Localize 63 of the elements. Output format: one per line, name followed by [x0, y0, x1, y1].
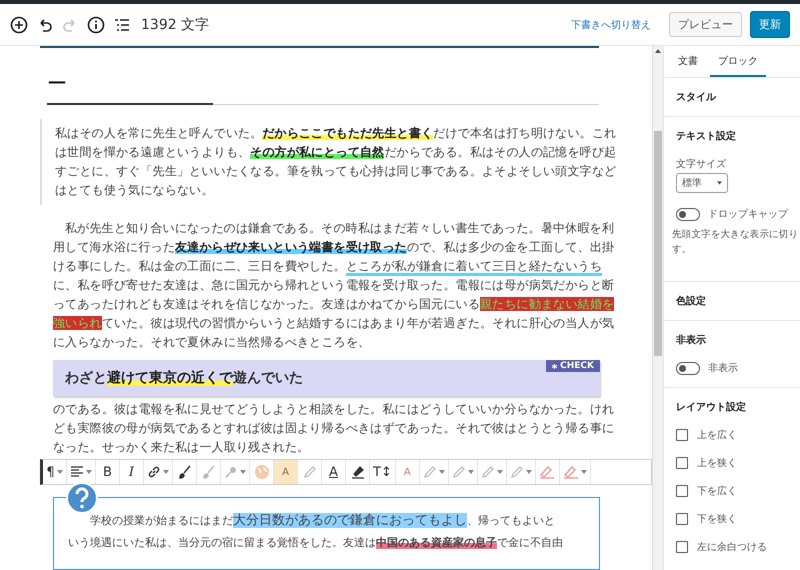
checkbox[interactable]	[676, 485, 688, 497]
checkbox-label: 上を広く	[697, 428, 737, 442]
list-icon[interactable]	[114, 18, 130, 32]
eraser-icon	[539, 465, 556, 479]
caret-icon	[468, 470, 474, 474]
pencil-icon	[452, 465, 466, 479]
caret-icon	[240, 470, 246, 474]
checkbox-label: 左に余白つける	[697, 541, 767, 554]
toggle-label: 非表示	[708, 362, 738, 375]
help-text: す。	[672, 243, 692, 257]
paragraph: のである。彼は電報を私に見せてどうしようと相談をした。私にはどうしていいか分らなかった。けれども実際彼の母が病気であるとすれば彼は固より帰るべきはずであった。それで彼はとうとう帰る事になった。せっかく来た私は一人取り残された。	[53, 401, 616, 456]
pencil-icon	[480, 465, 495, 479]
drop-cap-toggle[interactable]	[676, 208, 700, 220]
pencil-icon	[302, 465, 316, 479]
checkbox[interactable]	[676, 541, 688, 553]
update-button[interactable]: 更新	[750, 11, 790, 38]
section-heading[interactable]: レイアウト設定	[676, 400, 746, 414]
info-icon[interactable]	[87, 16, 105, 34]
caret-icon	[496, 470, 503, 474]
brush-icon	[178, 465, 192, 479]
font-size-label: 文字サイズ	[676, 158, 726, 171]
caret-icon	[717, 181, 722, 185]
caret-icon	[580, 470, 587, 474]
help-text: 先頭文字を大きな表示に切り	[672, 228, 798, 242]
section-heading[interactable]: スタイル	[676, 90, 716, 104]
heading: ー	[47, 60, 213, 104]
pencil-icon	[422, 465, 437, 479]
sidebar-tab[interactable]: 文書	[674, 46, 702, 77]
checkbox-label: 上を狭く	[697, 456, 737, 470]
globe-icon	[254, 464, 270, 480]
toolbar-button[interactable]: T↕	[370, 460, 396, 484]
check-badge: CHECK	[546, 360, 600, 372]
brush-icon	[202, 465, 216, 479]
checkbox[interactable]	[676, 513, 688, 525]
toggle-label: ドロップキャップ	[708, 208, 788, 221]
caret-icon	[438, 470, 445, 474]
add-icon[interactable]	[10, 16, 28, 34]
caret-icon	[56, 470, 63, 474]
link-icon	[147, 465, 161, 479]
key-icon	[224, 465, 238, 479]
asterisk-icon	[552, 364, 558, 368]
sidebar-tab[interactable]: ブロック	[710, 46, 766, 77]
hide-toggle[interactable]	[676, 362, 700, 374]
section-heading[interactable]: 色設定	[676, 294, 706, 308]
section-heading[interactable]: テキスト設定	[676, 129, 736, 143]
align-icon	[70, 466, 84, 478]
scroll-up-icon[interactable]	[655, 49, 661, 53]
checkbox-label: 下を狭く	[697, 512, 737, 526]
scrollbar-thumb[interactable]	[654, 131, 662, 356]
preview-button[interactable]: プレビュー	[669, 12, 742, 37]
switch-to-draft-link[interactable]: 下書きへ切り替え	[571, 18, 651, 32]
caret-icon	[163, 470, 169, 474]
font-size-select[interactable]: 標準	[676, 173, 728, 193]
section-heading[interactable]: 非表示	[676, 333, 706, 347]
checkbox[interactable]	[676, 429, 688, 441]
caret-icon	[526, 470, 532, 474]
marker-icon	[350, 465, 364, 479]
checkbox[interactable]	[676, 457, 688, 469]
caret-icon	[86, 470, 92, 474]
word-count: 1392 文字	[141, 16, 210, 34]
checkbox-label: 下を広く	[697, 484, 737, 498]
pencil-icon	[510, 465, 524, 479]
eraser-icon	[562, 465, 579, 479]
